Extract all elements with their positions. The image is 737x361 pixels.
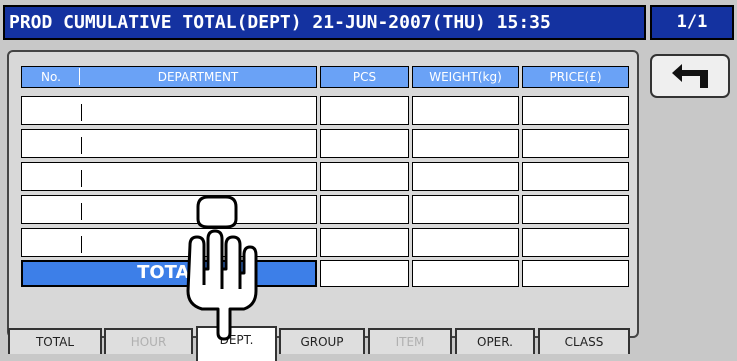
table-row-3-department[interactable] bbox=[21, 162, 317, 191]
table-row-5-weight bbox=[412, 228, 519, 257]
column-header-no-department: No. DEPARTMENT bbox=[21, 66, 317, 88]
table-row-5-pcs bbox=[320, 228, 409, 257]
table-row-4-price bbox=[522, 195, 629, 224]
table-row-1-weight bbox=[412, 96, 519, 125]
table-row-4-department[interactable] bbox=[21, 195, 317, 224]
total-label: TOTAL bbox=[21, 260, 317, 287]
column-header-price: PRICE(£) bbox=[522, 66, 629, 88]
row-divider bbox=[81, 137, 82, 154]
total-pcs bbox=[320, 260, 409, 287]
tab-group[interactable]: GROUP bbox=[279, 328, 365, 354]
column-header-department: DEPARTMENT bbox=[157, 70, 239, 84]
table-row-2-weight bbox=[412, 129, 519, 158]
back-arrow-icon bbox=[672, 64, 708, 88]
table-row-1-department[interactable] bbox=[21, 96, 317, 125]
column-header-weight: WEIGHT(kg) bbox=[412, 66, 519, 88]
column-header-pcs: PCS bbox=[320, 66, 409, 88]
pointing-hand-icon bbox=[186, 195, 258, 341]
table-row-2-price bbox=[522, 129, 629, 158]
total-price bbox=[522, 260, 629, 287]
table-row-5-price bbox=[522, 228, 629, 257]
row-divider bbox=[81, 170, 82, 187]
table-row-2-department[interactable] bbox=[21, 129, 317, 158]
tab-oper[interactable]: OPER. bbox=[455, 328, 535, 354]
row-divider bbox=[81, 104, 82, 121]
header-divider bbox=[79, 68, 80, 85]
page-indicator: 1/1 bbox=[650, 5, 734, 40]
screen: PROD CUMULATIVE TOTAL(DEPT) 21-JUN-2007(… bbox=[0, 0, 737, 361]
table-row-4-pcs bbox=[320, 195, 409, 224]
total-weight bbox=[412, 260, 519, 287]
back-button[interactable] bbox=[650, 54, 730, 98]
row-divider bbox=[81, 203, 82, 220]
tab-class[interactable]: CLASS bbox=[538, 328, 630, 354]
table-row-1-price bbox=[522, 96, 629, 125]
table-row-2-pcs bbox=[320, 129, 409, 158]
table-row-1-pcs bbox=[320, 96, 409, 125]
report-panel bbox=[7, 50, 639, 338]
tab-total[interactable]: TOTAL bbox=[8, 328, 102, 354]
table-row-3-weight bbox=[412, 162, 519, 191]
table-row-4-weight bbox=[412, 195, 519, 224]
tab-item: ITEM bbox=[368, 328, 452, 354]
page-title: PROD CUMULATIVE TOTAL(DEPT) 21-JUN-2007(… bbox=[3, 5, 646, 40]
table-row-3-pcs bbox=[320, 162, 409, 191]
table-row-5-department[interactable] bbox=[21, 228, 317, 257]
table-row-3-price bbox=[522, 162, 629, 191]
row-divider bbox=[81, 236, 82, 253]
column-header-no: No. bbox=[41, 70, 61, 84]
